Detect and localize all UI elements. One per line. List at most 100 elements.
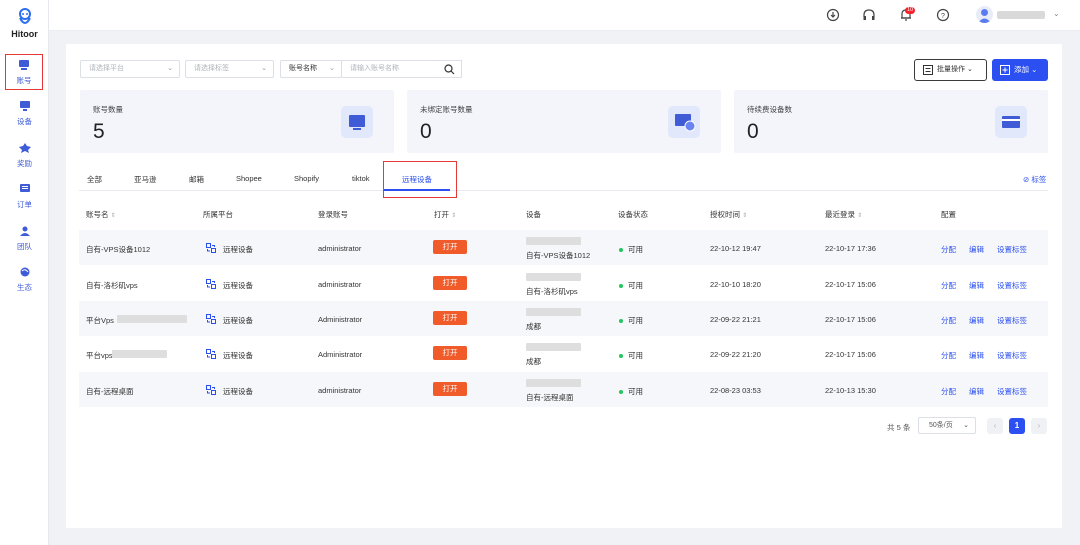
- column-header[interactable]: 打开 ⇕: [434, 209, 456, 220]
- column-header: 登录账号: [318, 210, 348, 219]
- platform-label: 远程设备: [223, 316, 253, 325]
- assign-link[interactable]: 分配: [941, 315, 956, 326]
- device-name: 成都: [526, 322, 541, 331]
- sort-icon: ⇕: [742, 213, 748, 219]
- open-button[interactable]: 打开: [433, 311, 467, 325]
- edit-link[interactable]: 编辑: [969, 244, 984, 255]
- open-button[interactable]: 打开: [433, 346, 467, 360]
- sidebar-item-ecosystem[interactable]: 生态: [0, 267, 49, 293]
- chevron-down-icon: ⌄: [261, 65, 267, 72]
- status-dot-icon: [619, 319, 623, 324]
- hitoor-logo-icon: [18, 8, 31, 24]
- tab-tiktok[interactable]: tiktok: [352, 174, 370, 183]
- sidebar-item-team[interactable]: 团队: [0, 226, 49, 252]
- edit-link[interactable]: 编辑: [969, 350, 984, 361]
- platform-label: 远程设备: [223, 245, 253, 254]
- assign-link[interactable]: 分配: [941, 386, 956, 397]
- search-input-placeholder: 请输入账号名称: [350, 65, 399, 72]
- search-button[interactable]: [438, 60, 462, 78]
- chevron-right-icon: ›: [1037, 421, 1041, 430]
- chevron-down-icon: ⌄: [965, 66, 973, 73]
- set-tag-link[interactable]: 设置标签: [997, 244, 1027, 255]
- set-tag-link[interactable]: 设置标签: [997, 315, 1027, 326]
- chevron-down-icon: ⌄: [963, 422, 969, 429]
- status-dot-icon: [619, 354, 623, 359]
- device-name: 成都: [526, 357, 541, 366]
- set-tag-link[interactable]: 设置标签: [997, 280, 1027, 291]
- account-name: 平台vps: [86, 351, 113, 360]
- column-header[interactable]: 授权时间 ⇕: [710, 209, 747, 220]
- platform-select[interactable]: 请选择平台 ⌄: [80, 60, 180, 78]
- tab-shopify[interactable]: Shopify: [294, 174, 319, 183]
- chevron-down-icon: ⌄: [329, 65, 335, 72]
- redacted-device-ip: [526, 237, 581, 245]
- ecosystem-icon: [20, 267, 29, 277]
- table-row: 自有-洛杉矶vps 远程设备 administrator 打开 自有-洛杉矶vps 可用 2…: [79, 266, 1048, 301]
- account-name: 自有-VPS设备1012: [86, 245, 151, 254]
- status-dot-icon: [619, 248, 623, 253]
- app-logo[interactable]: Hitoor: [0, 8, 49, 39]
- highlight-box: [383, 161, 457, 198]
- last-login: 22-10-17 17:36: [825, 244, 876, 253]
- app-name: Hitoor: [11, 29, 38, 39]
- tab-email[interactable]: 邮箱: [189, 174, 204, 185]
- prev-page-button[interactable]: ‹: [987, 418, 1003, 434]
- reward-icon: [18, 143, 31, 153]
- set-tag-link[interactable]: 设置标签: [997, 386, 1027, 397]
- device-icon: [19, 101, 30, 111]
- card-icon: [995, 106, 1027, 138]
- column-header[interactable]: 账号名 ⇕: [86, 209, 116, 220]
- assign-link[interactable]: 分配: [941, 280, 956, 291]
- remote-device-icon: [206, 243, 216, 253]
- tag-link-label: 标签: [1031, 175, 1047, 184]
- add-button[interactable]: 添加 ⌄: [992, 59, 1048, 81]
- status-badge: 可用: [619, 280, 643, 291]
- next-page-button[interactable]: ›: [1031, 418, 1047, 434]
- platform-label: 远程设备: [223, 281, 253, 290]
- redacted-device-ip: [526, 343, 581, 351]
- search-input[interactable]: 请输入账号名称: [341, 60, 439, 78]
- page-number-button[interactable]: 1: [1009, 418, 1025, 434]
- tab-all[interactable]: 全部: [87, 174, 102, 185]
- set-tag-link[interactable]: 设置标签: [997, 350, 1027, 361]
- page-size-select[interactable]: 50条/页 ⌄: [918, 417, 976, 434]
- edit-link[interactable]: 编辑: [969, 280, 984, 291]
- sidebar-item-order[interactable]: 订单: [0, 184, 49, 210]
- tag-select-placeholder: 请选择标签: [194, 65, 229, 72]
- open-button[interactable]: 打开: [433, 240, 467, 254]
- sidebar-item-account[interactable]: 账号: [5, 54, 43, 90]
- tab-amazon[interactable]: 亚马逊: [134, 174, 157, 185]
- avatar[interactable]: [976, 6, 993, 23]
- stat-card-unbound: 未绑定账号数量 0: [407, 90, 721, 153]
- edit-link[interactable]: 编辑: [969, 386, 984, 397]
- auth-time: 22-09-22 21:20: [710, 350, 761, 359]
- table-row: 平台vps 远程设备 Administrator 打开 成都 可用 22-09-22 21:…: [79, 336, 1048, 371]
- headset-icon[interactable]: [862, 8, 876, 22]
- open-button[interactable]: 打开: [433, 382, 467, 396]
- edit-link[interactable]: 编辑: [969, 315, 984, 326]
- tab-shopee[interactable]: Shopee: [236, 174, 262, 183]
- tag-manage-link[interactable]: ⊘ 标签: [1023, 174, 1046, 185]
- assign-link[interactable]: 分配: [941, 244, 956, 255]
- chevron-down-icon[interactable]: ⌄: [1053, 9, 1060, 18]
- account-name: 自有-洛杉矶vps: [86, 281, 138, 290]
- sidebar-item-label: 奖励: [17, 159, 32, 168]
- sidebar-item-reward[interactable]: 奖励: [0, 143, 49, 169]
- search-field-label: 账号名称: [289, 65, 317, 72]
- search-field-select[interactable]: 账号名称 ⌄: [280, 60, 342, 78]
- column-header: 设备: [526, 210, 541, 219]
- batch-actions-button[interactable]: 批量操作 ⌄: [914, 59, 987, 81]
- help-icon[interactable]: ?: [936, 8, 950, 22]
- chevron-left-icon: ‹: [993, 421, 997, 430]
- username-redacted[interactable]: [997, 11, 1045, 19]
- download-icon[interactable]: [826, 8, 840, 22]
- assign-link[interactable]: 分配: [941, 350, 956, 361]
- list-icon: [923, 65, 933, 75]
- last-login: 22-10-17 15:06: [825, 315, 876, 324]
- chevron-down-icon: ⌄: [1029, 65, 1038, 74]
- status-badge: 可用: [619, 315, 643, 326]
- sidebar-item-device[interactable]: 设备: [0, 101, 49, 127]
- open-button[interactable]: 打开: [433, 276, 467, 290]
- tag-select[interactable]: 请选择标签 ⌄: [185, 60, 274, 78]
- column-header[interactable]: 最近登录 ⇕: [825, 209, 862, 220]
